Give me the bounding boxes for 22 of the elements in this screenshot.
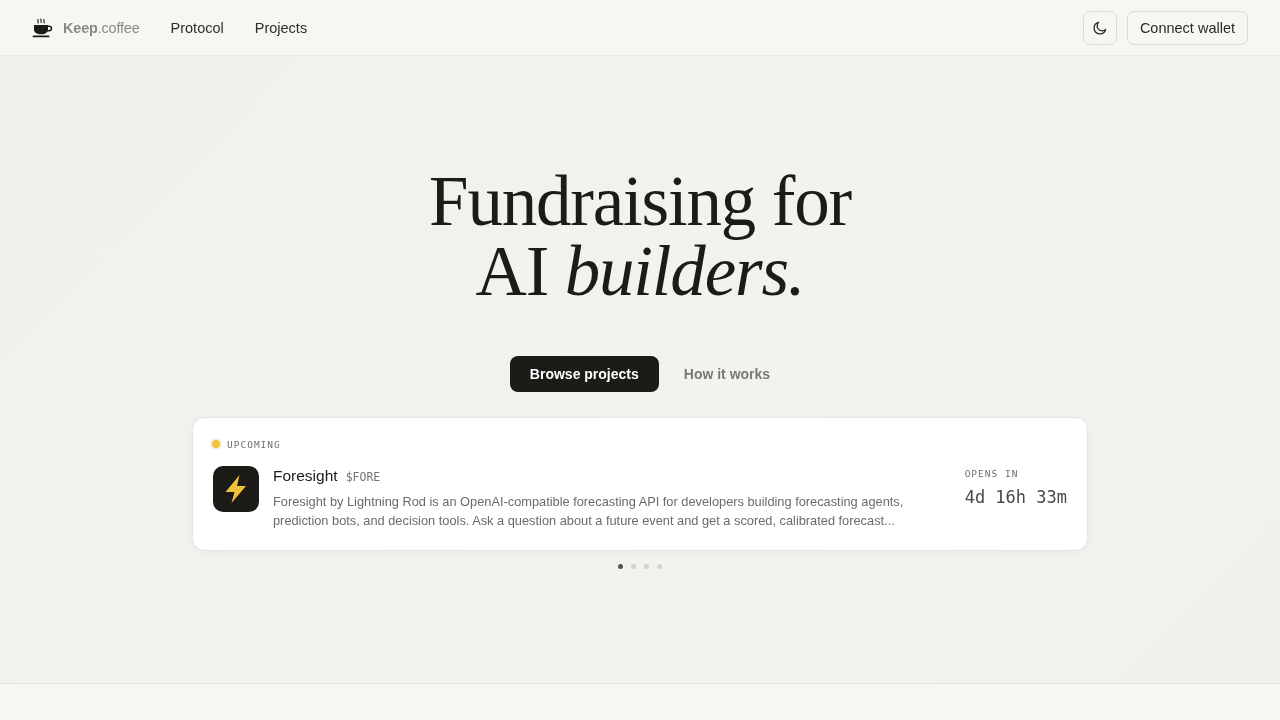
nav-link[interactable]: Protocol bbox=[170, 19, 224, 36]
how-it-works-link[interactable]: How it works bbox=[683, 366, 771, 382]
status-label: UPCOMING bbox=[227, 438, 281, 450]
carousel-dot[interactable] bbox=[618, 564, 623, 569]
coffee-cup-icon bbox=[32, 17, 54, 38]
moon-icon bbox=[1092, 20, 1107, 35]
project-description: Foresight by Lightning Rod is an OpenAI-compatible forecasting API for developers building forecasting agents, prediction bots, and decision tools. Ask a question about a future event and get a scored, calibrated forecast... bbox=[273, 493, 905, 530]
project-ticker: $FORE bbox=[345, 470, 381, 484]
hero-heading: Fundraising for AI builders. bbox=[429, 166, 851, 306]
lightning-bolt-logo-icon bbox=[213, 466, 259, 512]
carousel-dot[interactable] bbox=[631, 564, 636, 569]
nav-link[interactable]: Projects bbox=[254, 19, 308, 36]
status-dot-icon bbox=[210, 438, 222, 450]
browse-projects-button[interactable]: Browse projects bbox=[509, 356, 659, 392]
carousel-dot[interactable] bbox=[657, 564, 662, 569]
project-name: Foresight bbox=[273, 467, 338, 485]
project-card[interactable] bbox=[193, 418, 1087, 550]
countdown-value: 4d 16h 33m bbox=[964, 487, 1067, 507]
countdown-label: OPENS IN bbox=[964, 468, 1019, 479]
connect-wallet-button[interactable]: Connect wallet bbox=[1126, 10, 1248, 45]
carousel-dot[interactable] bbox=[644, 564, 649, 569]
theme-toggle-button[interactable] bbox=[1082, 10, 1117, 45]
